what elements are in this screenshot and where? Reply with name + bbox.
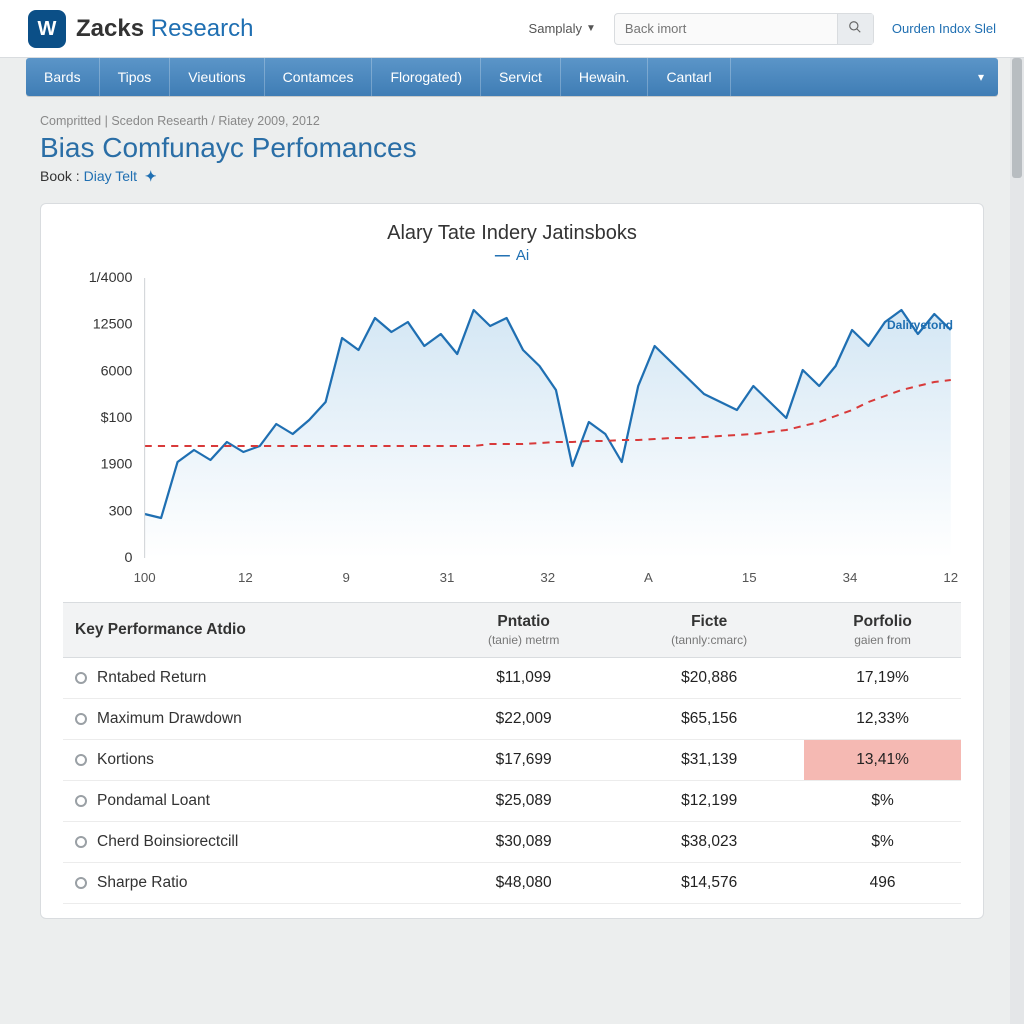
search-button[interactable] [837,14,873,44]
svg-text:1900: 1900 [101,456,133,472]
header-right-link[interactable]: Ourden Indox Slel [892,21,996,36]
svg-text:34: 34 [843,570,858,585]
brand-logo[interactable]: W Zacks Research [28,10,253,48]
nav-item-2[interactable]: Vieutions [170,58,264,96]
nav-item-4[interactable]: Florogated) [372,58,481,96]
cell-c3: 12,33% [804,699,961,740]
scrollbar-thumb[interactable] [1012,58,1022,178]
svg-text:31: 31 [440,570,455,585]
col-1: Pntatio(tanie) metrm [433,603,614,658]
metric-label: Sharpe Ratio [97,874,187,892]
nav-overflow-button[interactable]: ▾ [964,58,998,96]
cell-c2: $65,156 [614,699,804,740]
main-nav: BardsTiposVieutionsContamcesFlorogated)S… [26,58,998,96]
chart-legend: — Ai [63,247,961,264]
metric-label: Kortions [97,751,154,769]
table-row: Rntabed Return $11,099$20,88617,19% [63,658,961,699]
svg-text:12500: 12500 [93,316,133,332]
cell-c2: $20,886 [614,658,804,699]
cell-c3: 496 [804,863,961,904]
performance-table: Key Performance Atdio Pntatio(tanie) met… [63,602,961,904]
radio-icon[interactable] [75,672,87,684]
cell-c1: $25,089 [433,781,614,822]
svg-text:0: 0 [124,549,132,565]
legend-line-icon: — [495,247,510,264]
cell-c1: $30,089 [433,822,614,863]
svg-text:$100: $100 [101,409,133,425]
book-link[interactable]: Diay Telt [84,168,137,184]
cell-c2: $31,139 [614,740,804,781]
search-icon [848,20,862,34]
radio-icon[interactable] [75,836,87,848]
svg-text:9: 9 [342,570,349,585]
table-row: Cherd Boinsiorectcill $30,089$38,023$% [63,822,961,863]
cell-c3: $% [804,822,961,863]
breadcrumb: Compritted | Scedon Researth / Riatey 20… [40,114,984,128]
radio-icon[interactable] [75,754,87,766]
cell-c2: $14,576 [614,863,804,904]
svg-text:32: 32 [540,570,555,585]
col-3: Porfoliogaien from [804,603,961,658]
cell-c3: 13,41% [804,740,961,781]
chart-area: 0 300 1900 $100 6000 12500 1/4000 100 12 9 31 32 A 15… [63,268,961,588]
svg-text:100: 100 [134,570,156,585]
logo-mark: W [28,10,66,48]
cell-c3: $% [804,781,961,822]
cell-c2: $38,023 [614,822,804,863]
table-row: Maximum Drawdown $22,009$65,15612,33% [63,699,961,740]
cell-c3: 17,19% [804,658,961,699]
app-header: W Zacks Research Samplaly ▼ Ourden Indox… [0,0,1024,58]
chart-annotation: Daliryetond [887,318,953,332]
cell-c1: $11,099 [433,658,614,699]
radio-icon[interactable] [75,795,87,807]
cell-c1: $22,009 [433,699,614,740]
metric-label: Rntabed Return [97,669,206,687]
metric-label: Maximum Drawdown [97,710,242,728]
svg-text:A: A [644,570,653,585]
page-title: Bias Comfunayc Perfomances [40,132,984,164]
cell-c2: $12,199 [614,781,804,822]
svg-text:12: 12 [943,570,958,585]
chart-title: Alary Tate Indery Jatinsboks [63,222,961,245]
table-row: Sharpe Ratio $48,080$14,576496 [63,863,961,904]
vertical-scrollbar[interactable] [1010,58,1024,1024]
logo-text: Zacks Research [76,15,253,43]
metric-label: Pondamal Loant [97,792,210,810]
chart-card: Alary Tate Indery Jatinsboks — Ai 0 300 19… [40,203,984,919]
nav-item-0[interactable]: Bards [26,58,100,96]
search-box [614,13,874,45]
table-row: Kortions $17,699$31,13913,41% [63,740,961,781]
search-input[interactable] [615,21,837,36]
col-2: Ficte(tannly:cmarc) [614,603,804,658]
svg-text:12: 12 [238,570,253,585]
page-body: Compritted | Scedon Researth / Riatey 20… [0,96,1024,919]
sample-dropdown[interactable]: Samplaly ▼ [529,21,596,36]
svg-text:6000: 6000 [101,362,133,378]
col-metric: Key Performance Atdio [63,603,433,658]
radio-icon[interactable] [75,877,87,889]
table-row: Pondamal Loant $25,089$12,199$% [63,781,961,822]
plus-icon[interactable]: ✦ [145,168,157,184]
radio-icon[interactable] [75,713,87,725]
nav-item-5[interactable]: Servict [481,58,561,96]
chevron-down-icon: ▼ [586,23,596,34]
svg-text:300: 300 [109,502,133,518]
cell-c1: $17,699 [433,740,614,781]
svg-text:15: 15 [742,570,757,585]
nav-item-1[interactable]: Tipos [100,58,171,96]
book-line: Book : Diay Telt ✦ [40,168,984,185]
nav-item-3[interactable]: Contamces [265,58,373,96]
cell-c1: $48,080 [433,863,614,904]
svg-text:1/4000: 1/4000 [89,269,133,285]
nav-item-7[interactable]: Cantarl [648,58,730,96]
nav-item-6[interactable]: Hewain. [561,58,649,96]
metric-label: Cherd Boinsiorectcill [97,833,238,851]
